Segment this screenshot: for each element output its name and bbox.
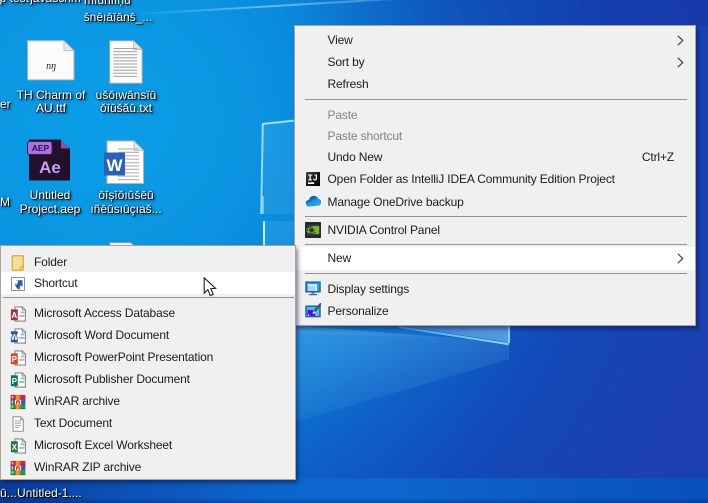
svg-text:P: P (12, 377, 17, 386)
svg-text:W: W (106, 156, 123, 175)
svg-text:W: W (11, 333, 19, 342)
svg-text:Ae: Ae (39, 158, 61, 177)
svg-text:A: A (12, 311, 18, 320)
svg-text:IJ: IJ (307, 173, 317, 183)
svg-text:nŋ: nŋ (46, 61, 56, 72)
svg-text:P: P (12, 355, 17, 364)
svg-text:AEP: AEP (32, 143, 50, 153)
